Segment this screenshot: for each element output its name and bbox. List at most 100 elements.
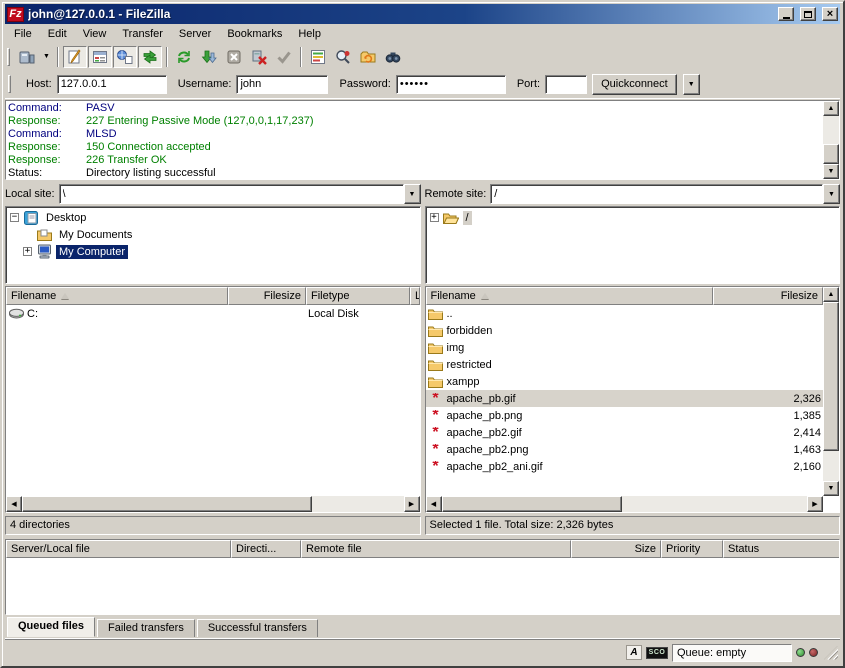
- local-site-dropdown-button[interactable]: ▼: [404, 184, 421, 204]
- column-header-server-local-file[interactable]: Server/Local file: [6, 540, 231, 558]
- refresh-button[interactable]: [172, 46, 196, 68]
- column-header-filename[interactable]: Filename: [6, 287, 228, 305]
- menu-item-edit[interactable]: Edit: [40, 26, 75, 42]
- toggle-transfer-queue-button[interactable]: [138, 46, 162, 68]
- remote-site-combo[interactable]: ▼: [490, 184, 840, 204]
- folder-icon: [428, 325, 444, 337]
- site-manager-button[interactable]: [15, 46, 39, 68]
- scroll-down-icon[interactable]: ▼: [823, 481, 839, 496]
- column-header-remote-file[interactable]: Remote file: [301, 540, 571, 558]
- remote-file-row[interactable]: forbidden: [426, 322, 824, 339]
- column-header-filetype[interactable]: Filetype: [306, 287, 410, 305]
- scroll-up-icon[interactable]: ▲: [823, 287, 839, 302]
- remote-vertical-scrollbar[interactable]: ▲ ▼: [823, 287, 839, 496]
- column-header-size[interactable]: Size: [571, 540, 661, 558]
- remote-site-dropdown-button[interactable]: ▼: [823, 184, 840, 204]
- collapse-icon[interactable]: [10, 213, 19, 222]
- log-vertical-scrollbar[interactable]: ▲ ▼: [823, 101, 839, 179]
- remote-file-row[interactable]: *apache_pb2.gif2,414: [426, 424, 824, 441]
- synchronized-browsing-button[interactable]: [356, 46, 380, 68]
- local-site-combo[interactable]: ▼: [59, 184, 421, 204]
- titlebar[interactable]: Fz john@127.0.0.1 - FileZilla ×: [5, 4, 840, 24]
- remote-file-row[interactable]: img: [426, 339, 824, 356]
- remote-horizontal-scrollbar[interactable]: ◀ ▶: [426, 496, 824, 512]
- column-header-priority[interactable]: Priority: [661, 540, 723, 558]
- find-files-button[interactable]: [381, 46, 405, 68]
- process-queue-button[interactable]: [197, 46, 221, 68]
- expand-icon[interactable]: [23, 247, 32, 256]
- port-input[interactable]: [545, 75, 587, 94]
- quickconnect-button[interactable]: Quickconnect: [592, 74, 677, 95]
- remote-file-row[interactable]: ..: [426, 305, 824, 322]
- quickconnect-grip[interactable]: [8, 75, 11, 93]
- quickconnect-dropdown-button[interactable]: ▼: [683, 74, 700, 95]
- tree-item-desktop[interactable]: Desktop: [6, 209, 420, 226]
- menu-item-help[interactable]: Help: [290, 26, 329, 42]
- maximize-button[interactable]: [800, 7, 816, 21]
- tab-failed-transfers[interactable]: Failed transfers: [97, 619, 195, 637]
- remote-site-input[interactable]: [490, 184, 823, 204]
- scroll-right-icon[interactable]: ▶: [807, 496, 823, 512]
- scrollbar-thumb[interactable]: [22, 496, 312, 512]
- remote-file-row[interactable]: *apache_pb2.png1,463: [426, 441, 824, 458]
- column-header-direction[interactable]: Directi...: [231, 540, 301, 558]
- password-label: Password:: [339, 78, 390, 90]
- scrollbar-thumb[interactable]: [823, 144, 839, 164]
- username-label: Username:: [178, 78, 232, 90]
- encryption-badge-icon: SCO: [646, 647, 668, 659]
- scroll-left-icon[interactable]: ◀: [6, 496, 22, 512]
- remote-tree: /: [425, 206, 841, 284]
- local-list-header: Filename Filesize Filetype L: [6, 287, 420, 305]
- minimize-button[interactable]: [778, 7, 794, 21]
- disconnect-button[interactable]: [247, 46, 271, 68]
- remote-file-row[interactable]: xampp: [426, 373, 824, 390]
- local-site-label: Local site:: [5, 188, 55, 200]
- cancel-operation-button[interactable]: [222, 46, 246, 68]
- menu-item-file[interactable]: File: [6, 26, 40, 42]
- remote-file-row[interactable]: *apache_pb2_ani.gif2,160: [426, 458, 824, 475]
- expand-icon[interactable]: [430, 213, 439, 222]
- log-line: Command:PASV: [8, 102, 821, 115]
- toggle-local-tree-button[interactable]: [88, 46, 112, 68]
- password-input[interactable]: [396, 75, 506, 94]
- column-header-lastmodified[interactable]: L: [410, 287, 420, 305]
- menu-item-transfer[interactable]: Transfer: [114, 26, 171, 42]
- close-button[interactable]: ×: [822, 7, 838, 21]
- scroll-down-icon[interactable]: ▼: [823, 164, 839, 179]
- tree-item-root[interactable]: /: [426, 209, 840, 226]
- local-horizontal-scrollbar[interactable]: ◀ ▶: [6, 496, 420, 512]
- scroll-up-icon[interactable]: ▲: [823, 101, 839, 116]
- local-file-row[interactable]: C: Local Disk: [6, 305, 420, 322]
- scroll-right-icon[interactable]: ▶: [404, 496, 420, 512]
- filter-button[interactable]: [306, 46, 330, 68]
- menu-item-view[interactable]: View: [75, 26, 115, 42]
- toolbar-grip[interactable]: [7, 48, 10, 66]
- column-header-status[interactable]: Status: [723, 540, 839, 558]
- remote-file-row[interactable]: *apache_pb.png1,385: [426, 407, 824, 424]
- host-input[interactable]: [57, 75, 167, 94]
- column-header-filesize[interactable]: Filesize: [228, 287, 306, 305]
- remote-file-row-selected[interactable]: *apache_pb.gif2,326: [426, 390, 824, 407]
- directory-comparison-button[interactable]: [331, 46, 355, 68]
- menu-item-server[interactable]: Server: [171, 26, 219, 42]
- tab-successful-transfers[interactable]: Successful transfers: [197, 619, 318, 637]
- scrollbar-thumb[interactable]: [823, 302, 839, 451]
- menu-item-bookmarks[interactable]: Bookmarks: [219, 26, 290, 42]
- toolbar-separator: [300, 47, 302, 67]
- tree-item-my-documents[interactable]: My Documents: [6, 226, 420, 243]
- resize-grip[interactable]: [824, 646, 838, 660]
- toggle-remote-tree-button[interactable]: [113, 46, 137, 68]
- column-header-filesize[interactable]: Filesize: [713, 287, 824, 305]
- ok-check-button[interactable]: [272, 46, 296, 68]
- tree-item-my-computer[interactable]: My Computer: [6, 243, 420, 260]
- scroll-left-icon[interactable]: ◀: [426, 496, 442, 512]
- toggle-message-log-button[interactable]: [63, 46, 87, 68]
- scrollbar-thumb[interactable]: [442, 496, 622, 512]
- remote-file-row[interactable]: restricted: [426, 356, 824, 373]
- site-manager-dropdown-button[interactable]: ▼: [40, 46, 53, 68]
- username-input[interactable]: [236, 75, 328, 94]
- local-site-input[interactable]: [59, 184, 404, 204]
- column-header-filename[interactable]: Filename: [426, 287, 713, 305]
- tab-queued-files[interactable]: Queued files: [7, 617, 95, 637]
- local-tree-icon: [92, 49, 108, 65]
